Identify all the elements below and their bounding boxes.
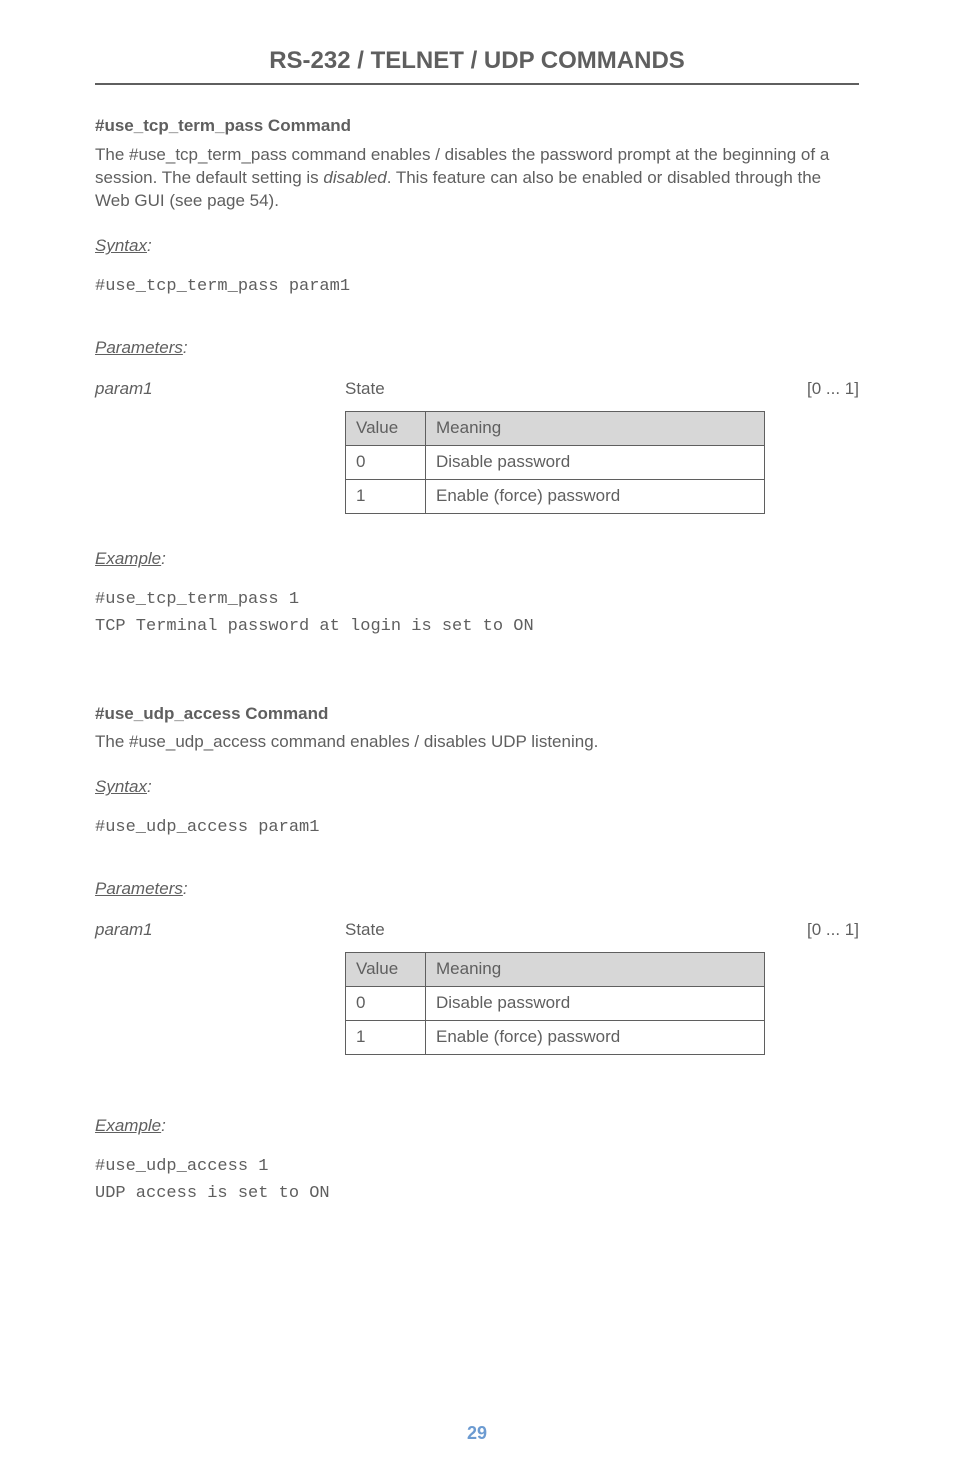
cmd1-th-meaning: Meaning — [426, 411, 765, 445]
cmd2-table: Value Meaning 0 Disable password 1 Enabl… — [345, 952, 765, 1055]
table-row: 0 Disable password — [346, 987, 765, 1021]
command-section-2: #use_udp_access Command The #use_udp_acc… — [95, 703, 859, 1206]
cmd2-params-label: Parameters — [95, 879, 183, 898]
cmd2-description: The #use_udp_access command enables / di… — [95, 731, 859, 754]
cmd1-param-row: param1 State [0 ... 1] — [95, 378, 859, 401]
page-title: RS-232 / TELNET / UDP COMMANDS — [95, 45, 859, 83]
cmd2-param-row: param1 State [0 ... 1] — [95, 919, 859, 942]
cmd1-table-wrap: Value Meaning 0 Disable password 1 Enabl… — [345, 411, 859, 514]
cmd1-example-line-1: TCP Terminal password at login is set to… — [95, 616, 859, 639]
cmd1-syntax-label: Syntax — [95, 236, 147, 255]
cmd1-description: The #use_tcp_term_pass command enables /… — [95, 144, 859, 213]
cmd1-params-colon: : — [183, 338, 188, 357]
cmd2-example-line-0: #use_udp_access 1 — [95, 1156, 859, 1179]
cmd2-param-name: param1 — [95, 919, 345, 942]
cmd2-params-colon: : — [183, 879, 188, 898]
cmd1-example-line-0: #use_tcp_term_pass 1 — [95, 589, 859, 612]
cmd1-param-state: State — [345, 378, 749, 401]
cmd1-param-name: param1 — [95, 378, 345, 401]
cmd1-heading: #use_tcp_term_pass Command — [95, 115, 859, 138]
cmd2-param-range: [0 ... 1] — [749, 919, 859, 942]
cmd1-params-label-row: Parameters: — [95, 337, 859, 360]
cmd1-th-value: Value — [346, 411, 426, 445]
cmd1-r1-m: Enable (force) password — [426, 479, 765, 513]
table-header-row: Value Meaning — [346, 953, 765, 987]
cmd1-r0-m: Disable password — [426, 445, 765, 479]
cmd1-syntax-label-row: Syntax: — [95, 235, 859, 258]
cmd1-syntax-colon: : — [147, 236, 152, 255]
cmd2-r0-m: Disable password — [426, 987, 765, 1021]
cmd1-params-label: Parameters — [95, 338, 183, 357]
cmd2-th-meaning: Meaning — [426, 953, 765, 987]
cmd1-syntax-code: #use_tcp_term_pass param1 — [95, 276, 859, 299]
cmd2-th-value: Value — [346, 953, 426, 987]
cmd1-example-label-row: Example: — [95, 548, 859, 571]
cmd2-r0-v: 0 — [346, 987, 426, 1021]
cmd2-table-wrap: Value Meaning 0 Disable password 1 Enabl… — [345, 952, 859, 1055]
title-divider — [95, 83, 859, 85]
cmd1-table: Value Meaning 0 Disable password 1 Enabl… — [345, 411, 765, 514]
cmd1-r1-v: 1 — [346, 479, 426, 513]
cmd2-syntax-code: #use_udp_access param1 — [95, 817, 859, 840]
cmd2-syntax-label-row: Syntax: — [95, 776, 859, 799]
cmd2-params-label-row: Parameters: — [95, 878, 859, 901]
cmd2-syntax-label: Syntax — [95, 777, 147, 796]
page-number: 29 — [0, 1421, 954, 1445]
cmd2-example-line-1: UDP access is set to ON — [95, 1183, 859, 1206]
command-section-1: #use_tcp_term_pass Command The #use_tcp_… — [95, 115, 859, 638]
cmd1-example-label: Example — [95, 549, 161, 568]
cmd1-desc-em: disabled — [323, 168, 386, 187]
cmd1-r0-v: 0 — [346, 445, 426, 479]
table-row: 1 Enable (force) password — [346, 1021, 765, 1055]
cmd2-example-colon: : — [161, 1116, 166, 1135]
table-header-row: Value Meaning — [346, 411, 765, 445]
cmd2-r1-m: Enable (force) password — [426, 1021, 765, 1055]
table-row: 1 Enable (force) password — [346, 479, 765, 513]
cmd2-example-label: Example — [95, 1116, 161, 1135]
cmd2-syntax-colon: : — [147, 777, 152, 796]
cmd2-r1-v: 1 — [346, 1021, 426, 1055]
cmd2-heading: #use_udp_access Command — [95, 703, 859, 726]
cmd2-param-state: State — [345, 919, 749, 942]
cmd1-example-colon: : — [161, 549, 166, 568]
cmd1-param-range: [0 ... 1] — [749, 378, 859, 401]
table-row: 0 Disable password — [346, 445, 765, 479]
cmd2-example-label-row: Example: — [95, 1115, 859, 1138]
